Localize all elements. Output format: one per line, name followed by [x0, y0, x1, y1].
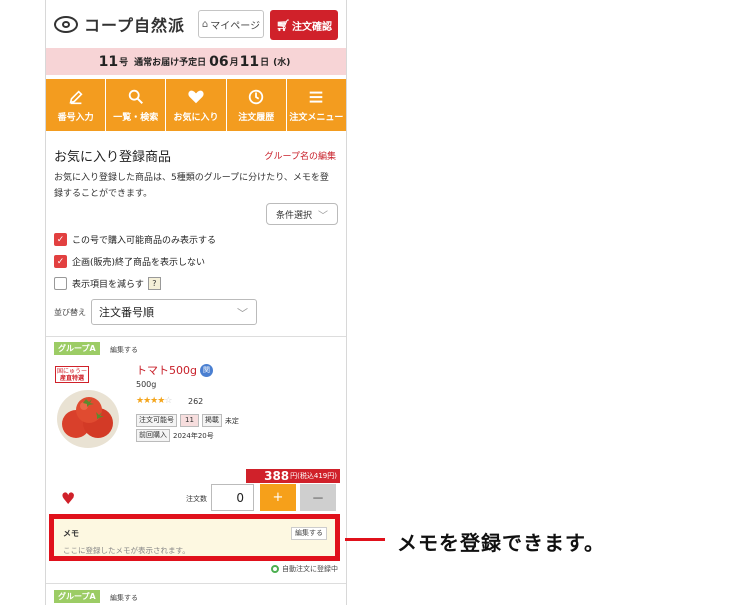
main-nav: 番号入力 一覧・検索 お気に入り 注文履歴 注文メニュー	[46, 79, 346, 131]
last-purchase-label: 前回購入	[136, 429, 170, 442]
nav-favorites[interactable]: お気に入り	[166, 79, 227, 131]
product-name[interactable]: トマト500g 関	[136, 362, 213, 378]
memo-box: メモ 編集する ここに登録したメモが表示されます。	[49, 514, 340, 561]
checkbox-reduce-items[interactable]: 表示項目を減らす ?	[54, 277, 161, 290]
sanchoku-badge: 国にゅうー 産直特選	[55, 366, 89, 383]
group-name-edit-link[interactable]: グループ名の編集	[265, 149, 336, 162]
chevron-down-icon: ﹀	[318, 210, 328, 222]
price-tax: 円(税込419円)	[290, 472, 337, 480]
pencil-icon	[69, 89, 83, 104]
order-confirm-label: 注文確認	[291, 21, 332, 33]
filter-label: 条件選択	[275, 210, 312, 221]
order-info-row: 注文可能号 11 掲載 未定	[136, 414, 239, 427]
last-purchase-value: 2024年20号	[173, 431, 214, 440]
checkbox-purchasable-only[interactable]: ✓ この号で購入可能商品のみ表示する	[54, 233, 216, 246]
checkbox-label: 表示項目を減らす	[72, 280, 144, 290]
review-count[interactable]: 262	[188, 397, 203, 406]
page-title: お気に入り登録商品	[54, 150, 172, 165]
menu-icon	[310, 91, 323, 103]
page-description: お気に入り登録した商品は、5種類のグループに分けたり、メモを登録することができま…	[54, 173, 329, 199]
month-unit: 月	[229, 58, 239, 68]
checkbox-unchecked-icon[interactable]	[54, 277, 67, 290]
group-edit-link[interactable]: 編集する	[110, 593, 138, 603]
auto-order-status[interactable]: 自動注文に登録中	[271, 564, 338, 574]
checkbox-label: この号で購入可能商品のみ表示する	[72, 236, 217, 246]
delivery-date-bar: 11 号 通常お届け予定日 06 月 11 日 (水)	[46, 48, 346, 75]
nav-label: 番号入力	[57, 112, 94, 123]
nav-order-menu[interactable]: 注文メニュー	[287, 79, 346, 131]
last-purchase-row: 前回購入 2024年20号	[136, 429, 214, 442]
heart-icon	[188, 90, 204, 103]
nav-label: 注文メニュー	[289, 112, 344, 123]
price: 388	[264, 469, 290, 483]
posted-label: 掲載	[201, 414, 222, 427]
nav-label: 一覧・検索	[113, 112, 159, 123]
kanto-badge: 関	[199, 363, 213, 377]
logo-mark-icon	[54, 15, 78, 33]
group-edit-link[interactable]: 編集する	[110, 345, 138, 355]
house-icon: ⌂	[201, 18, 209, 30]
posted-value: 未定	[224, 416, 239, 425]
quantity-input[interactable]: 0	[211, 484, 254, 511]
quantity-label: 注文数	[186, 495, 207, 503]
favorite-heart-icon[interactable]: ♥	[61, 489, 75, 508]
minus-button[interactable]: －	[300, 484, 336, 511]
order-num: 11	[180, 414, 199, 427]
auto-order-icon	[271, 565, 279, 573]
badge-line2: 産直特選	[59, 375, 84, 382]
nav-label: お気に入り	[173, 112, 219, 123]
day-unit: 日	[260, 58, 270, 68]
issue-number: 11	[98, 53, 119, 70]
product-image[interactable]	[56, 388, 120, 448]
product-name-text: トマト500g	[136, 364, 197, 377]
help-icon[interactable]: ?	[147, 277, 161, 290]
checkbox-checked-icon[interactable]: ✓	[54, 233, 67, 246]
divider	[46, 336, 346, 337]
chevron-down-icon: ﹀	[237, 307, 248, 320]
auto-order-label: 自動注文に登録中	[282, 565, 338, 573]
plus-button[interactable]: +	[260, 484, 296, 511]
logo-text: コープ自然派	[84, 16, 186, 35]
logo[interactable]: コープ自然派	[54, 12, 185, 36]
checkbox-checked-icon[interactable]: ✓	[54, 255, 67, 268]
callout-text: メモを登録できます。	[397, 531, 605, 555]
nav-search[interactable]: 一覧・検索	[106, 79, 167, 131]
filter-button[interactable]: 条件選択 ﹀	[266, 203, 338, 225]
delivery-label: 通常お届け予定日	[134, 58, 207, 68]
nav-label: 注文履歴	[238, 112, 275, 123]
star-empty-icon: ☆	[164, 396, 172, 406]
delivery-month: 06	[209, 53, 229, 70]
sort-label: 並び替え	[54, 308, 86, 317]
mypage-button[interactable]: ⌂ マイページ	[198, 10, 264, 38]
issue-unit: 号	[119, 58, 129, 68]
group-tag: グループA	[54, 590, 100, 603]
clock-icon	[249, 89, 264, 104]
memo-edit-button[interactable]: 編集する	[291, 527, 327, 540]
nav-order-history[interactable]: 注文履歴	[227, 79, 287, 131]
group-tag: グループA	[54, 342, 100, 355]
price-box: 388 円(税込419円)	[246, 469, 340, 483]
cart-icon: 🛒︎	[276, 18, 290, 32]
top-bar: コープ自然派 ⌂ マイページ 🛒︎ 注文確認	[46, 0, 346, 48]
checkbox-label: 企画(販売)終了商品を表示しない	[72, 258, 206, 268]
sort-select[interactable]: 注文番号順 ﹀	[91, 299, 257, 325]
checkbox-hide-ended[interactable]: ✓ 企画(販売)終了商品を表示しない	[54, 255, 205, 268]
divider	[46, 583, 346, 584]
phone-screen: コープ自然派 ⌂ マイページ 🛒︎ 注文確認 11 号 通常お届け予定日 06 …	[45, 0, 347, 605]
product-size: 500g	[136, 380, 157, 389]
memo-placeholder: ここに登録したメモが表示されます。	[63, 546, 190, 555]
sort-value: 注文番号順	[99, 306, 154, 319]
callout-line	[345, 538, 385, 541]
memo-title: メモ	[63, 529, 79, 538]
mypage-label: マイページ	[210, 20, 261, 32]
rating-stars: ★★★★☆	[136, 396, 172, 406]
badge-line1: 国にゅうー	[56, 368, 87, 375]
delivery-day: 11	[239, 53, 260, 70]
order-num-label: 注文可能号	[136, 414, 177, 427]
search-icon	[128, 89, 143, 104]
nav-number-input[interactable]: 番号入力	[46, 79, 107, 131]
delivery-weekday: (水)	[273, 58, 291, 68]
order-confirm-button[interactable]: 🛒︎ 注文確認	[270, 10, 338, 40]
